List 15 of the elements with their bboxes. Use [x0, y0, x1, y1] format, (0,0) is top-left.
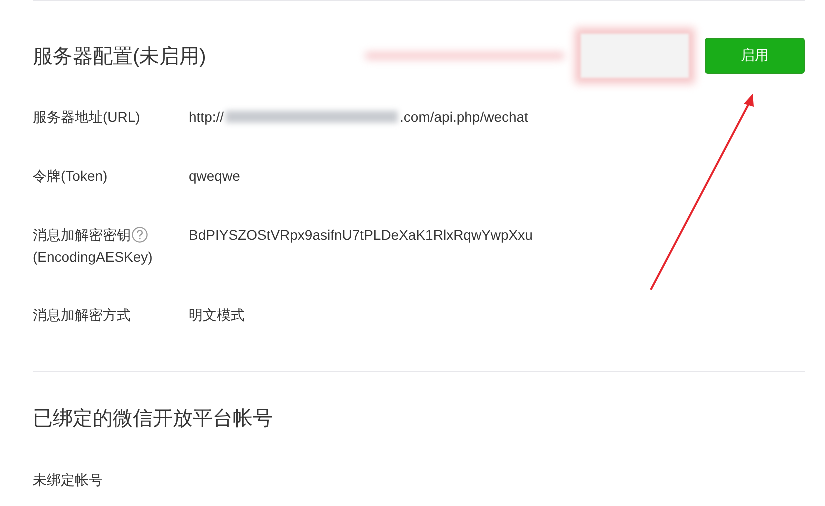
- section-title: 已绑定的微信开放平台帐号: [33, 407, 274, 432]
- status-text: 未绑定帐号: [33, 472, 104, 490]
- field-value: BdPIYSZOStVRpx9asifnU7tPLDeXaK1RlxRqwYwpXxu: [189, 226, 533, 245]
- url-suffix: .com/api.php/wechat: [400, 108, 528, 127]
- field-label: (EncodingAESKey): [33, 248, 154, 267]
- help-icon[interactable]: [132, 227, 148, 243]
- field-label: 消息加解密方式: [33, 307, 131, 323]
- field-label: 消息加解密密钥: [33, 227, 131, 243]
- field-value: 明文模式: [189, 306, 245, 325]
- url-prefix: http://: [189, 108, 224, 127]
- section-title: 服务器配置(未启用): [33, 44, 206, 70]
- enable-button[interactable]: 启用: [705, 38, 805, 74]
- field-label: 令牌(Token): [33, 168, 108, 184]
- field-label: 服务器地址(URL): [33, 109, 140, 125]
- field-value: qweqwe: [189, 167, 240, 186]
